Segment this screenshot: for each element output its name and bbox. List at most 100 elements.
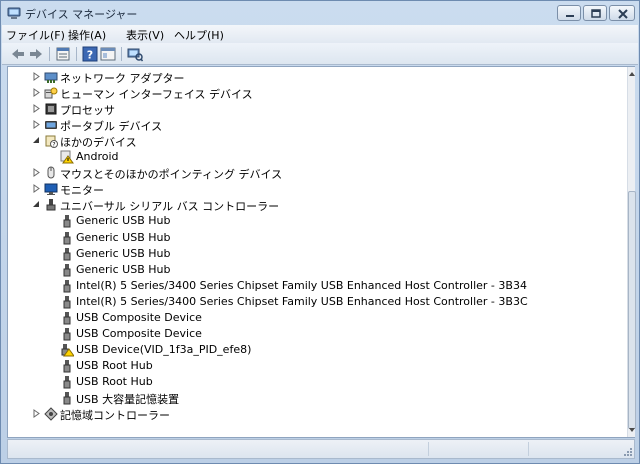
view-icon[interactable] (100, 46, 116, 62)
menu-bar: ファイル(F) 操作(A) 表示(V) ヘルプ(H) (2, 25, 638, 43)
close-button[interactable] (609, 5, 635, 21)
tree-device[interactable]: Generic USB Hub (8, 213, 624, 229)
title-bar[interactable]: デバイス マネージャー (1, 1, 639, 25)
expand-arrow-icon[interactable] (32, 88, 41, 98)
network-adapter-icon (44, 72, 58, 83)
menu-view[interactable]: 表示(V) (126, 27, 164, 43)
tree-device[interactable]: USB Composite Device (8, 310, 624, 326)
expand-arrow-icon[interactable] (32, 409, 41, 419)
tree-category[interactable]: ネットワーク アダプター (8, 69, 624, 85)
tree-item-label: USB Root Hub (76, 374, 153, 388)
device-tree[interactable]: ネットワーク アダプターヒューマン インターフェイス デバイス プロセッサポータブ… (7, 66, 636, 438)
tree-item-label: ネットワーク アダプター (60, 72, 185, 85)
device-manager-window: デバイス マネージャー ファイル(F) 操作(A) 表示(V) ヘルプ(H) ?… (0, 0, 640, 464)
tree-item-label: Generic USB Hub (76, 246, 171, 260)
tree-device[interactable]: Android (8, 149, 624, 165)
collapse-arrow-icon[interactable] (32, 136, 41, 145)
tree-category[interactable]: ヒューマン インターフェイス デバイス (8, 85, 624, 101)
usb-plug-icon (63, 311, 71, 325)
tree-category[interactable]: ユニバーサル シリアル バス コントローラー (8, 197, 624, 213)
storage-controller-icon (44, 407, 58, 421)
tree-category[interactable]: マウスとそのほかのポインティング デバイス (8, 165, 624, 181)
usb-controller-icon (46, 199, 56, 211)
toolbar-separator (121, 47, 122, 61)
status-bar (7, 439, 635, 459)
tree-device[interactable]: Intel(R) 5 Series/3400 Series Chipset Fa… (8, 294, 624, 310)
tree-item-label: マウスとそのほかのポインティング デバイス (60, 168, 283, 182)
help-icon[interactable]: ? (82, 46, 98, 62)
tree-item-label: ポータブル デバイス (60, 120, 163, 134)
minimize-button[interactable] (557, 5, 581, 21)
scrollbar-thumb[interactable] (628, 191, 636, 429)
maximize-icon (591, 9, 601, 18)
tree-device[interactable]: Intel(R) 5 Series/3400 Series Chipset Fa… (8, 278, 624, 294)
expand-arrow-icon[interactable] (32, 184, 41, 194)
menu-file[interactable]: ファイル(F) (6, 27, 65, 43)
tree-item-label: USB 大容量記憶装置 (76, 393, 180, 406)
tree-device[interactable]: Generic USB Hub (8, 230, 624, 246)
expand-arrow-icon[interactable] (32, 72, 41, 81)
tree-item-label: Generic USB Hub (76, 214, 171, 228)
tree-device[interactable]: USB 大容量記憶装置 (8, 390, 624, 406)
usb-plug-icon (63, 392, 71, 405)
back-icon[interactable] (10, 46, 26, 62)
tree-category[interactable]: ポータブル デバイス (8, 117, 624, 133)
vertical-scrollbar[interactable] (627, 67, 636, 437)
tree-item-label: Intel(R) 5 Series/3400 Series Chipset Fa… (76, 278, 527, 292)
tree-item-label: USB Composite Device (76, 310, 202, 324)
tree-device[interactable]: USB Device(VID_1f3a_PID_efe8) (8, 342, 624, 358)
tree-item-label: Android (76, 150, 119, 164)
collapse-arrow-icon[interactable] (32, 200, 41, 209)
usb-plug-icon (63, 215, 71, 228)
tree-item-label: USB Composite Device (76, 326, 202, 340)
toolbar-separator (76, 47, 77, 61)
tree-item-label: 記憶域コントローラー (60, 409, 170, 423)
scroll-down-icon[interactable] (628, 425, 636, 435)
tree-item-label: プロセッサ (60, 104, 115, 118)
toolbar: ? (2, 43, 638, 65)
tree-item-label: モニター (60, 184, 104, 198)
tree-category[interactable]: モニター (8, 181, 624, 197)
usb-plug-icon (63, 231, 71, 244)
forward-icon[interactable] (28, 46, 44, 62)
tree-category[interactable]: ? ほかのデバイス (8, 133, 624, 149)
usb-plug-icon (63, 279, 71, 293)
expand-arrow-icon[interactable] (32, 104, 41, 114)
window-title: デバイス マネージャー (25, 8, 138, 21)
usb-plug-icon (63, 375, 71, 389)
tree-item-label: Generic USB Hub (76, 230, 171, 244)
tree-item-label: ユニバーサル シリアル バス コントローラー (60, 200, 280, 214)
usb-warning-icon (61, 343, 74, 357)
toolbar-separator (49, 47, 50, 61)
tree-item-label: ほかのデバイス (60, 136, 137, 150)
resize-grip-icon[interactable] (622, 446, 632, 456)
scroll-up-icon[interactable] (628, 69, 636, 79)
menu-action[interactable]: 操作(A) (68, 27, 106, 43)
tree-category[interactable]: プロセッサ (8, 101, 624, 117)
expand-arrow-icon[interactable] (32, 168, 41, 178)
monitor-icon (44, 183, 58, 196)
maximize-button[interactable] (583, 5, 607, 21)
expand-arrow-icon[interactable] (32, 120, 41, 130)
tree-category[interactable]: 記憶域コントローラー (8, 406, 624, 422)
minimize-icon (566, 15, 574, 17)
portable-device-icon (45, 121, 57, 130)
tree-device[interactable]: USB Root Hub (8, 358, 624, 374)
hid-icon (44, 87, 58, 99)
processor-icon (45, 103, 57, 115)
tree-device[interactable]: USB Composite Device (8, 326, 624, 342)
usb-plug-icon (63, 359, 71, 373)
status-cell (428, 442, 528, 456)
tree-device[interactable]: USB Root Hub (8, 374, 624, 390)
status-cell (528, 442, 628, 456)
menu-help[interactable]: ヘルプ(H) (174, 27, 224, 43)
tree-device[interactable]: Generic USB Hub (8, 246, 624, 262)
properties-icon[interactable] (55, 46, 71, 62)
mouse-icon (47, 166, 55, 179)
close-icon (618, 9, 628, 19)
usb-plug-icon (63, 263, 71, 277)
scan-hardware-icon[interactable] (127, 46, 143, 62)
svg-text:?: ? (87, 49, 93, 62)
tree-device[interactable]: Generic USB Hub (8, 262, 624, 278)
tree-item-label: ヒューマン インターフェイス デバイス (60, 88, 253, 102)
